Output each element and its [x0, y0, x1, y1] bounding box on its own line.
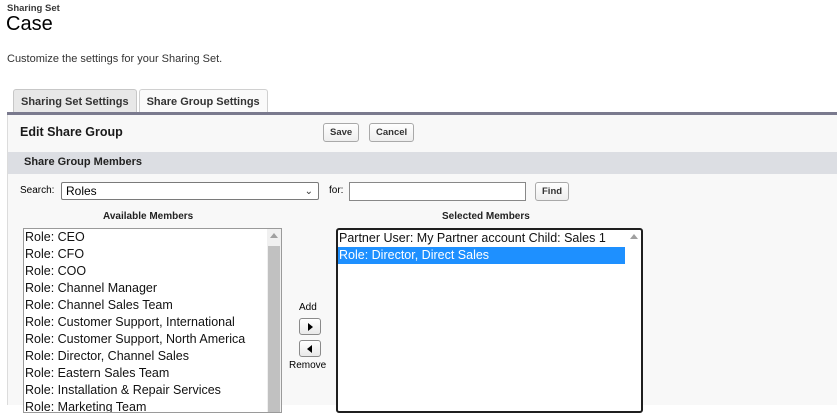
panel-title: Edit Share Group [20, 125, 123, 139]
page-title: Case [6, 13, 53, 35]
list-item[interactable]: Role: COO [24, 263, 281, 280]
list-item[interactable]: Role: CEO [24, 229, 281, 246]
search-type-select[interactable]: Roles ⌄ [61, 182, 319, 200]
cancel-button[interactable]: Cancel [369, 123, 415, 142]
selected-members-header: Selected Members [442, 211, 530, 222]
list-item[interactable]: Partner User: My Partner account Child: … [338, 230, 641, 247]
search-input[interactable] [349, 182, 526, 201]
list-item[interactable]: Role: Marketing Team [24, 399, 281, 412]
list-item[interactable]: Role: Customer Support, International [24, 314, 281, 331]
search-label: Search: [20, 185, 55, 196]
list-item[interactable]: Role: Channel Manager [24, 280, 281, 297]
search-type-value: Roles [66, 184, 97, 198]
available-list-scrollbar[interactable] [267, 229, 281, 412]
edit-share-group-panel: Edit Share Group Save Cancel Share Group… [7, 115, 837, 413]
for-label: for: [329, 185, 344, 196]
selected-list-scrollbar[interactable] [627, 230, 641, 411]
add-label: Add [299, 302, 317, 313]
scrollbar-thumb[interactable] [268, 246, 280, 412]
arrow-right-icon [308, 323, 313, 331]
list-item[interactable]: Role: Installation & Repair Services [24, 382, 281, 399]
list-item[interactable]: Role: CFO [24, 246, 281, 263]
find-button[interactable]: Find [535, 182, 569, 201]
tab-share-group-settings[interactable]: Share Group Settings [138, 89, 268, 114]
page-description: Customize the settings for your Sharing … [7, 53, 223, 65]
add-button[interactable] [299, 318, 321, 335]
save-button[interactable]: Save [323, 123, 360, 142]
section-header: Share Group Members [8, 152, 837, 174]
list-item[interactable]: Role: Channel Sales Team [24, 297, 281, 314]
list-item[interactable]: Role: Director, Channel Sales [24, 348, 281, 365]
chevron-down-icon: ⌄ [304, 186, 313, 197]
scroll-up-arrow-icon[interactable] [270, 233, 278, 238]
list-item[interactable]: Role: Customer Support, North America [24, 331, 281, 348]
scroll-up-arrow-icon[interactable] [630, 234, 638, 239]
list-item[interactable]: Role: Eastern Sales Team [24, 365, 281, 382]
section-title: Share Group Members [24, 156, 142, 168]
tab-sharing-set-settings[interactable]: Sharing Set Settings [13, 89, 137, 114]
tab-bar: Sharing Set Settings Share Group Setting… [13, 89, 270, 114]
arrow-left-icon [307, 345, 312, 353]
selected-members-list[interactable]: Partner User: My Partner account Child: … [336, 228, 643, 413]
available-members-list[interactable]: Role: CEO Role: CFO Role: COO Role: Chan… [23, 228, 282, 413]
available-members-header: Available Members [103, 211, 194, 222]
list-item-selected[interactable]: Role: Director, Direct Sales [338, 247, 625, 264]
remove-label: Remove [289, 360, 327, 371]
remove-button[interactable] [299, 340, 321, 357]
